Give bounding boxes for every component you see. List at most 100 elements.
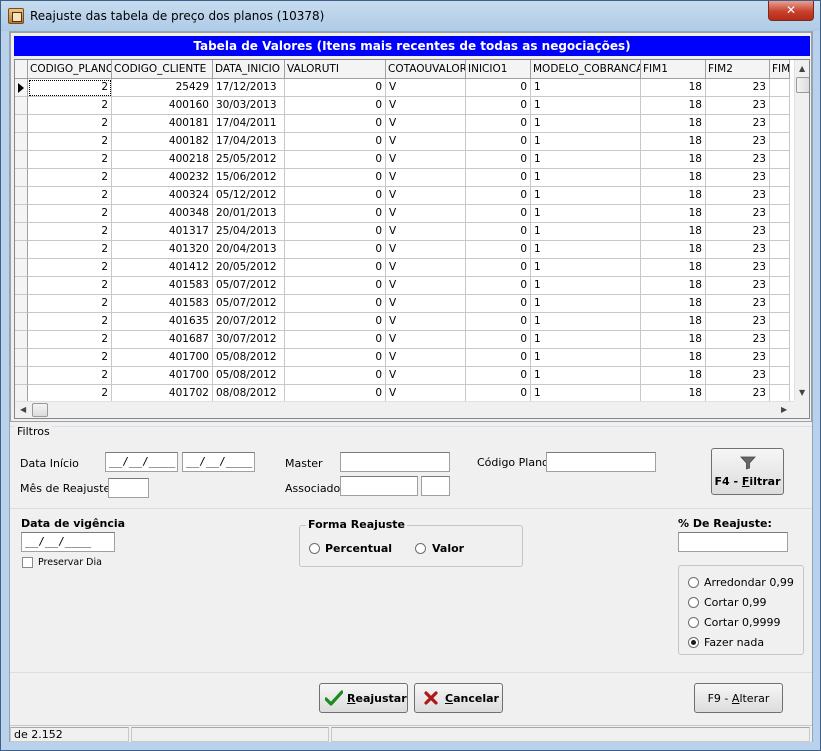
table-cell[interactable]: 0 (285, 241, 386, 259)
table-cell[interactable]: V (386, 79, 466, 97)
row-indicator[interactable] (15, 295, 28, 313)
table-cell[interactable]: 30/07/2012 (213, 331, 285, 349)
table-cell[interactable]: 401583 (112, 277, 213, 295)
row-indicator[interactable] (15, 259, 28, 277)
percent-reajuste-input[interactable] (678, 532, 788, 552)
table-cell[interactable]: 2 (28, 349, 112, 367)
scroll-up-icon[interactable]: ▲ (799, 65, 805, 73)
table-cell[interactable]: 0 (466, 367, 531, 385)
table-cell[interactable]: 0 (285, 115, 386, 133)
table-cell[interactable] (770, 295, 790, 313)
table-cell[interactable]: 05/08/2012 (213, 349, 285, 367)
table-cell[interactable]: 1 (531, 277, 641, 295)
table-row[interactable]: 2 400324 05/12/2012 0 V 0 1 18 23 (15, 187, 790, 205)
table-cell[interactable]: 401320 (112, 241, 213, 259)
table-cell[interactable]: 18 (641, 313, 706, 331)
row-indicator[interactable] (15, 169, 28, 187)
table-cell[interactable]: 401687 (112, 331, 213, 349)
data-vigencia-input[interactable]: __/__/____ (21, 532, 115, 552)
preservar-dia-checkbox[interactable] (22, 557, 33, 568)
title-bar[interactable]: Reajuste das tabela de preço dos planos … (1, 1, 820, 31)
table-row[interactable]: 2 401700 05/08/2012 0 V 0 1 18 23 (15, 349, 790, 367)
table-cell[interactable]: 30/03/2013 (213, 97, 285, 115)
table-cell[interactable] (770, 277, 790, 295)
table-cell[interactable]: 2 (28, 223, 112, 241)
table-cell[interactable]: 2 (28, 259, 112, 277)
associado-extra-input[interactable] (421, 476, 450, 496)
table-cell[interactable]: 18 (641, 259, 706, 277)
table-cell[interactable]: 0 (285, 97, 386, 115)
cortar-099-radio[interactable] (688, 597, 699, 608)
row-indicator[interactable] (15, 115, 28, 133)
alterar-button[interactable]: F9 - Alterar (694, 683, 783, 713)
table-cell[interactable]: 20/01/2013 (213, 205, 285, 223)
table-cell[interactable]: 2 (28, 367, 112, 385)
table-cell[interactable]: V (386, 349, 466, 367)
table-cell[interactable]: 400160 (112, 97, 213, 115)
values-grid[interactable]: CODIGO_PLANO CODIGO_CLIENTE DATA_INICIO VAL… (14, 59, 810, 419)
table-cell[interactable]: 2 (28, 241, 112, 259)
table-cell[interactable] (770, 367, 790, 385)
table-cell[interactable]: 1 (531, 169, 641, 187)
table-cell[interactable]: 0 (466, 331, 531, 349)
table-row[interactable]: 2 401317 25/04/2013 0 V 0 1 18 23 (15, 223, 790, 241)
table-cell[interactable]: 0 (285, 259, 386, 277)
table-cell[interactable]: 18 (641, 349, 706, 367)
scroll-left-icon[interactable]: ◀ (20, 406, 26, 414)
table-cell[interactable]: 401317 (112, 223, 213, 241)
filtrar-button[interactable]: F4 - Filtrar (711, 448, 784, 495)
table-cell[interactable] (770, 169, 790, 187)
reajustar-button[interactable]: Reajustar (319, 683, 408, 713)
master-input[interactable] (340, 452, 450, 472)
cortar-09999-radio[interactable] (688, 617, 699, 628)
table-cell[interactable]: V (386, 241, 466, 259)
horizontal-scroll-thumb[interactable] (32, 403, 48, 417)
row-indicator[interactable] (15, 277, 28, 295)
table-cell[interactable]: 18 (641, 169, 706, 187)
table-cell[interactable]: V (386, 223, 466, 241)
table-cell[interactable]: 0 (466, 115, 531, 133)
table-cell[interactable]: 1 (531, 223, 641, 241)
table-row[interactable]: 2 401583 05/07/2012 0 V 0 1 18 23 (15, 295, 790, 313)
table-cell[interactable]: 400348 (112, 205, 213, 223)
table-cell[interactable]: 0 (285, 331, 386, 349)
scroll-right-icon[interactable]: ▶ (781, 406, 787, 414)
percentual-radio[interactable] (309, 543, 320, 554)
table-cell[interactable]: 0 (466, 187, 531, 205)
table-cell[interactable]: 18 (641, 115, 706, 133)
table-cell[interactable]: 18 (641, 295, 706, 313)
table-cell[interactable]: V (386, 151, 466, 169)
table-cell[interactable]: 2 (28, 79, 112, 97)
table-row[interactable]: 2 400160 30/03/2013 0 V 0 1 18 23 (15, 97, 790, 115)
table-cell[interactable]: 1 (531, 259, 641, 277)
table-cell[interactable]: 23 (706, 313, 770, 331)
column-header-inicio1[interactable]: INICIO1 (466, 60, 531, 79)
table-cell[interactable]: 2 (28, 133, 112, 151)
table-cell[interactable]: 23 (706, 115, 770, 133)
table-cell[interactable]: 0 (466, 241, 531, 259)
table-cell[interactable]: 18 (641, 151, 706, 169)
table-cell[interactable]: 401700 (112, 367, 213, 385)
row-indicator[interactable] (15, 313, 28, 331)
table-cell[interactable]: 401635 (112, 313, 213, 331)
row-indicator[interactable] (15, 331, 28, 349)
fazer-nada-radio[interactable] (688, 637, 699, 648)
table-cell[interactable]: V (386, 367, 466, 385)
table-row[interactable]: 2 400348 20/01/2013 0 V 0 1 18 23 (15, 205, 790, 223)
table-cell[interactable]: 2 (28, 97, 112, 115)
table-cell[interactable]: 25/05/2012 (213, 151, 285, 169)
table-cell[interactable]: 20/05/2012 (213, 259, 285, 277)
table-cell[interactable]: 0 (285, 349, 386, 367)
table-cell[interactable] (770, 205, 790, 223)
table-cell[interactable] (770, 79, 790, 97)
arredondar-radio[interactable] (688, 577, 699, 588)
table-cell[interactable] (770, 133, 790, 151)
table-cell[interactable]: V (386, 277, 466, 295)
valor-radio[interactable] (415, 543, 426, 554)
table-row[interactable]: 2 401583 05/07/2012 0 V 0 1 18 23 (15, 277, 790, 295)
codigo-plano-input[interactable] (546, 452, 656, 472)
table-cell[interactable]: 05/12/2012 (213, 187, 285, 205)
column-header-valoruti[interactable]: VALORUTI (285, 60, 386, 79)
table-cell[interactable]: 23 (706, 295, 770, 313)
table-cell[interactable]: 0 (466, 133, 531, 151)
